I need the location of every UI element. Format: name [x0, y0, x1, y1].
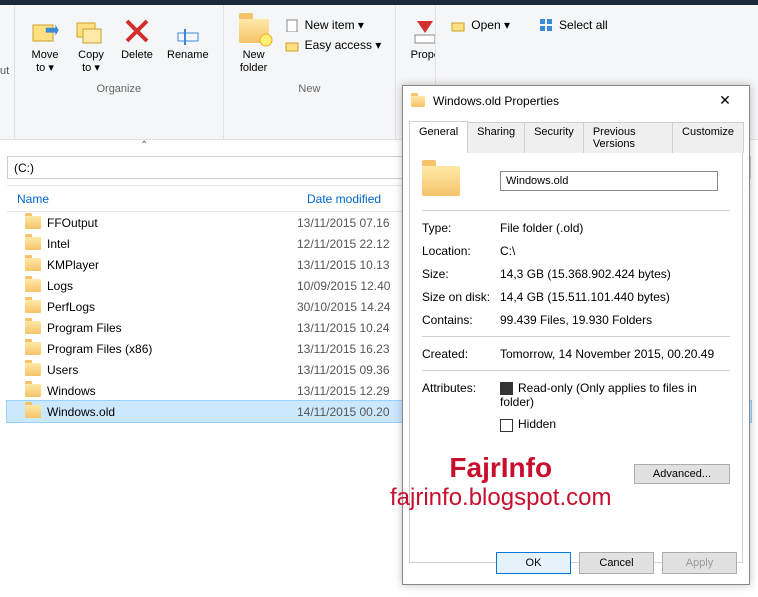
properties-button[interactable]: Prope: [404, 11, 436, 66]
ribbon-partial-left: ut: [0, 5, 15, 139]
name-input[interactable]: [500, 171, 718, 191]
copy-to-icon: [75, 15, 107, 47]
delete-icon: [121, 15, 153, 47]
easy-access-icon: [284, 37, 300, 53]
item-date: 10/09/2015 12.40: [297, 279, 390, 293]
folder-icon: [25, 405, 41, 418]
new-folder-button[interactable]: New folder: [232, 11, 276, 79]
advanced-button[interactable]: Advanced...: [634, 464, 730, 484]
tab-general[interactable]: General: [409, 121, 468, 152]
size-value: 14,3 GB (15.368.902.424 bytes): [500, 267, 730, 281]
item-date: 13/11/2015 09.36: [297, 363, 390, 377]
folder-icon: [25, 300, 41, 313]
divider: [422, 210, 730, 211]
item-date: 14/11/2015 00.20: [297, 405, 390, 419]
select-all-icon: [538, 17, 554, 33]
group-label-organize: Organize: [23, 83, 215, 95]
ok-button[interactable]: OK: [496, 552, 571, 574]
dialog-title: Windows.old Properties: [433, 94, 559, 108]
new-folder-icon: [238, 15, 270, 47]
tab-security[interactable]: Security: [524, 122, 584, 153]
item-date: 13/11/2015 10.24: [297, 321, 390, 335]
tab-previous-versions[interactable]: Previous Versions: [583, 122, 673, 153]
properties-icon: [409, 15, 436, 47]
folder-icon: [25, 384, 41, 397]
item-name: Users: [47, 363, 297, 377]
tab-customize[interactable]: Customize: [672, 122, 744, 153]
folder-icon: [25, 363, 41, 376]
item-name: Logs: [47, 279, 297, 293]
select-all-button[interactable]: Select all: [532, 15, 614, 35]
item-date: 13/11/2015 07.16: [297, 216, 390, 230]
properties-dialog: Windows.old Properties ✕ General Sharing…: [402, 85, 750, 585]
created-value: Tomorrow, 14 November 2015, 00.20.49: [500, 347, 730, 361]
divider: [422, 336, 730, 337]
item-name: Program Files (x86): [47, 342, 297, 356]
hidden-checkbox[interactable]: [500, 419, 513, 432]
size-on-disk-value: 14,4 GB (15.511.101.440 bytes): [500, 290, 730, 304]
rename-button[interactable]: Rename: [161, 11, 215, 79]
new-item-button[interactable]: New item ▾: [278, 15, 388, 35]
delete-button[interactable]: Delete: [115, 11, 159, 79]
move-to-icon: [29, 15, 61, 47]
readonly-checkbox[interactable]: [500, 382, 513, 395]
open-icon: [450, 17, 466, 33]
ribbon-group-organize: Move to ▾ Copy to ▾ Delete Rename Organi…: [15, 5, 224, 139]
close-button[interactable]: ✕: [705, 88, 745, 112]
item-date: 13/11/2015 12.29: [297, 384, 390, 398]
breadcrumb-chevron: ⌃: [140, 140, 148, 151]
rename-icon: [172, 15, 204, 47]
item-name: KMPlayer: [47, 258, 297, 272]
item-date: 30/10/2015 14.24: [297, 300, 390, 314]
easy-access-button[interactable]: Easy access ▾: [278, 35, 388, 55]
divider: [422, 370, 730, 371]
readonly-label: Read-only (Only applies to files in fold…: [500, 381, 697, 409]
item-date: 12/11/2015 22.12: [297, 237, 390, 251]
tab-panel-general: Type:File folder (.old) Location:C:\ Siz…: [409, 151, 743, 563]
folder-icon: [25, 342, 41, 355]
item-name: Windows: [47, 384, 297, 398]
contains-value: 99.439 Files, 19.930 Folders: [500, 313, 730, 327]
tabstrip: General Sharing Security Previous Versio…: [409, 120, 743, 151]
item-name: Intel: [47, 237, 297, 251]
folder-big-icon: [422, 166, 500, 196]
folder-icon: [25, 237, 41, 250]
item-name: Windows.old: [47, 405, 297, 419]
apply-button[interactable]: Apply: [662, 552, 737, 574]
folder-icon: [25, 258, 41, 271]
group-label-new: New: [232, 83, 388, 95]
dialog-buttons: OK Cancel Apply: [496, 552, 737, 574]
item-date: 13/11/2015 16.23: [297, 342, 390, 356]
folder-icon: [25, 279, 41, 292]
hidden-label: Hidden: [518, 417, 556, 431]
folder-icon: [25, 216, 41, 229]
item-name: PerfLogs: [47, 300, 297, 314]
item-name: Program Files: [47, 321, 297, 335]
type-value: File folder (.old): [500, 221, 730, 235]
dialog-titlebar[interactable]: Windows.old Properties ✕: [403, 86, 749, 116]
copy-to-button[interactable]: Copy to ▾: [69, 11, 113, 79]
ribbon-group-new: New folder New item ▾ Easy access ▾ New: [224, 5, 397, 139]
open-button[interactable]: Open ▾: [444, 15, 516, 35]
column-name[interactable]: Name: [7, 192, 297, 206]
move-to-button[interactable]: Move to ▾: [23, 11, 67, 79]
folder-icon: [411, 96, 425, 107]
location-value: C:\: [500, 244, 730, 258]
item-date: 13/11/2015 10.13: [297, 258, 390, 272]
cancel-button[interactable]: Cancel: [579, 552, 654, 574]
item-name: FFOutput: [47, 216, 297, 230]
tab-sharing[interactable]: Sharing: [467, 122, 525, 153]
new-item-icon: [284, 17, 300, 33]
folder-icon: [25, 321, 41, 334]
